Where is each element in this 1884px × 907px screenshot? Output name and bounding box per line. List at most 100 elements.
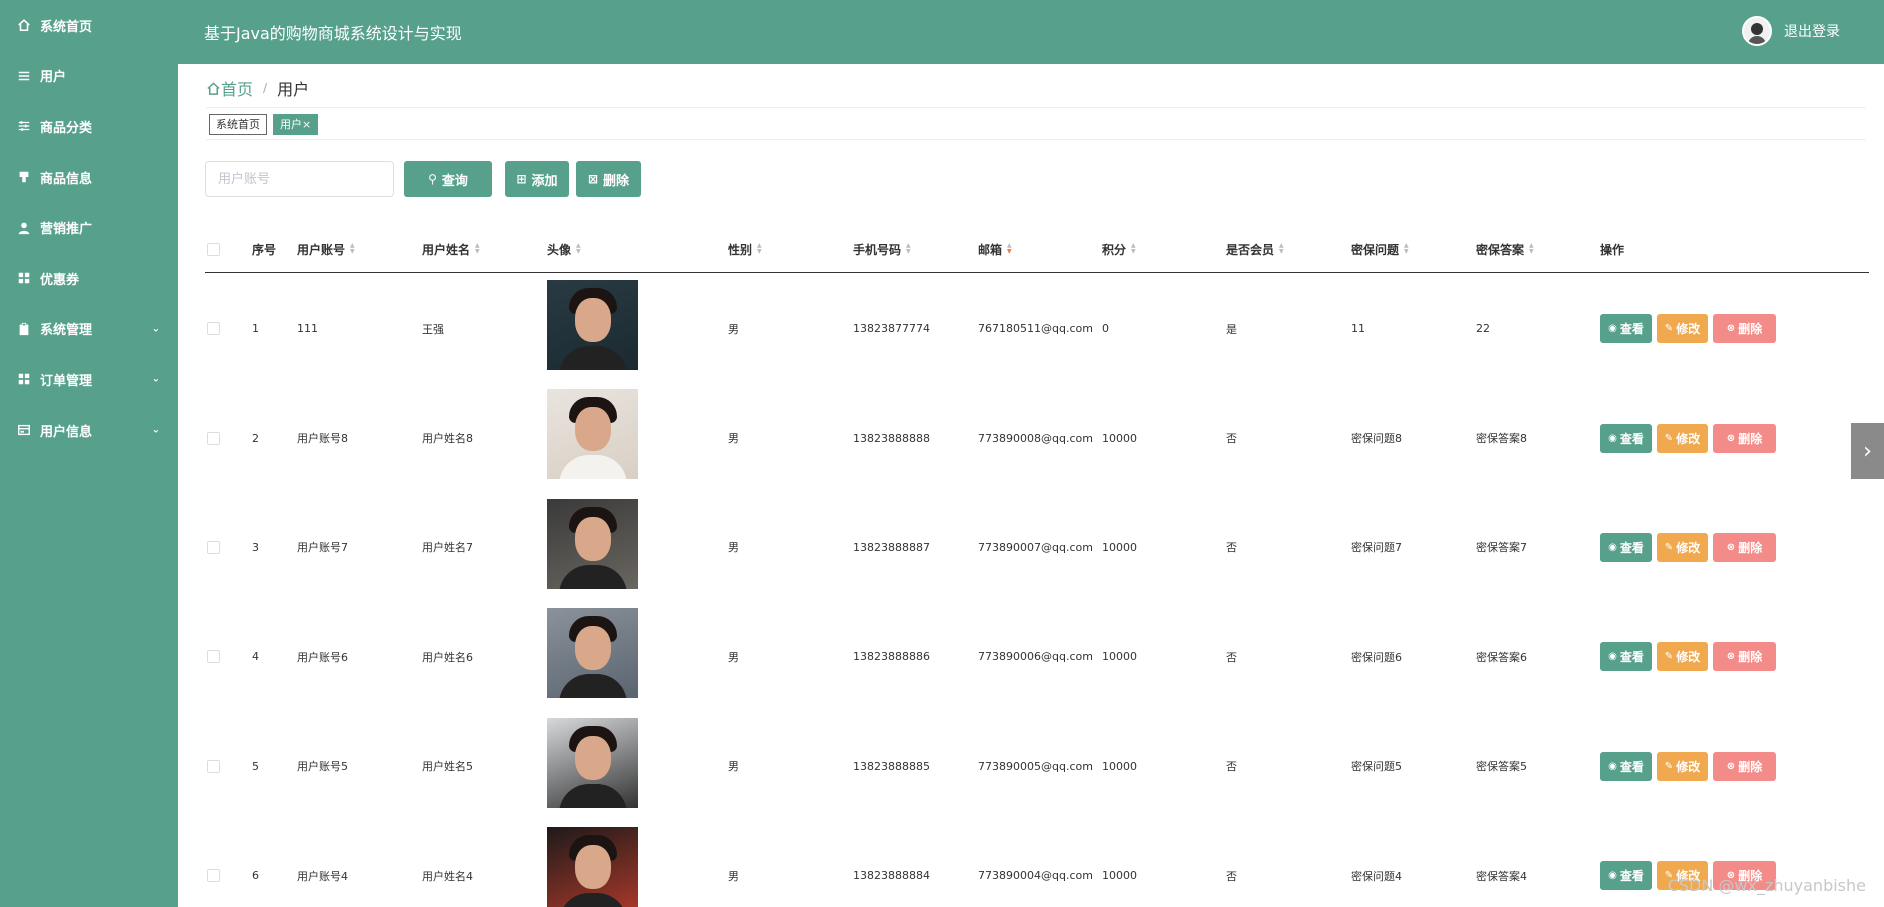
cell-answer: 密保答案5 (1476, 760, 1527, 774)
sidebar-item-label: 优惠券 (40, 272, 80, 288)
row-checkbox[interactable] (207, 821, 220, 907)
sidebar-item-5[interactable]: 优惠券 (0, 253, 178, 304)
col-account[interactable]: 用户账号 ▲ ▼ (297, 226, 355, 272)
row-checkbox[interactable] (207, 274, 220, 383)
view-button[interactable]: ◉ 查看 (1600, 861, 1652, 891)
edit-icon: ✎ (1664, 541, 1674, 553)
row-delete-button[interactable]: ⊗ 删除 (1713, 642, 1776, 672)
breadcrumb-home[interactable]: 首页 (206, 76, 253, 100)
query-button[interactable]: ⚲ 查询 (404, 161, 492, 197)
grid-icon (16, 270, 32, 286)
user-menu[interactable]: 退出登录 (1742, 16, 1840, 46)
bookmark-icon (16, 169, 32, 185)
view-button[interactable]: ◉ 查看 (1600, 423, 1652, 453)
sidebar-item-0[interactable]: 系统首页 (0, 0, 178, 51)
sidebar-item-3[interactable]: 商品信息 (0, 152, 178, 203)
col-email[interactable]: 邮箱 ▲ ▼ (978, 226, 1012, 272)
sidebar-item-6[interactable]: 系统管理 ⌄ (0, 304, 178, 355)
edit-icon: ✎ (1664, 432, 1674, 444)
view-button[interactable]: ◉ 查看 (1600, 314, 1652, 344)
cell-question: 密保问题8 (1351, 432, 1402, 446)
row-checkbox[interactable] (207, 493, 220, 602)
view-button[interactable]: ◉ 查看 (1600, 642, 1652, 672)
circle-close-icon: ⊗ (1726, 432, 1736, 444)
edit-button[interactable]: ✎ 修改 (1657, 751, 1708, 781)
table-row: 4 用户账号6 用户姓名6 男 13823888886 773890006@qq.com 1… (205, 602, 1869, 711)
sort-icon[interactable]: ▲ ▼ (475, 243, 480, 255)
tag-home[interactable]: 系统首页 (209, 114, 267, 135)
edit-button[interactable]: ✎ 修改 (1657, 532, 1708, 562)
select-all-checkbox[interactable] (207, 226, 220, 272)
sort-icon[interactable]: ▲ ▼ (350, 243, 355, 255)
cell-question: 密保问题4 (1351, 869, 1402, 883)
user-avatar-image[interactable] (547, 280, 638, 370)
col-gender[interactable]: 性别 ▲ ▼ (728, 226, 762, 272)
cell-answer: 22 (1476, 322, 1490, 336)
row-checkbox[interactable] (207, 383, 220, 492)
cell-member: 是 (1226, 322, 1237, 336)
col-avatar[interactable]: 头像 ▲ ▼ (547, 226, 581, 272)
view-button[interactable]: ◉ 查看 (1600, 532, 1652, 562)
table-row: 1 111 王强男 13823877774 767180511@qq.com 0 是 11 22… (205, 274, 1869, 383)
sidebar-item-4[interactable]: 营销推广 (0, 202, 178, 253)
next-panel-button[interactable]: › (1851, 423, 1884, 479)
user-avatar-image[interactable] (547, 608, 638, 699)
cell-gender: 男 (728, 432, 739, 446)
col-answer[interactable]: 密保答案 ▲ ▼ (1476, 226, 1534, 272)
sort-icon[interactable]: ▲ ▼ (576, 243, 581, 255)
top-bar: 基于Java的购物商城系统设计与实现 退出登录 (178, 0, 1884, 64)
clipboard-icon (16, 321, 32, 337)
sort-icon[interactable]: ▲ ▼ (757, 243, 762, 255)
sidebar-item-label: 用户信息 (40, 424, 93, 440)
sort-icon[interactable]: ▲ ▼ (1131, 243, 1136, 255)
col-phone[interactable]: 手机号码 ▲ ▼ (853, 226, 911, 272)
sidebar-item-1[interactable]: 用户 (0, 51, 178, 102)
row-checkbox[interactable] (207, 602, 220, 711)
col-name[interactable]: 用户姓名 ▲ ▼ (422, 226, 480, 272)
eye-icon: ◉ (1608, 541, 1617, 553)
col-question[interactable]: 密保问题 ▲ ▼ (1351, 226, 1409, 272)
plus-square-icon: ⊞ (516, 172, 527, 186)
table-row: 2 用户账号8 用户姓名8 男 13823888888 773890008@qq.com 1… (205, 383, 1869, 492)
row-delete-button[interactable]: ⊗ 删除 (1713, 423, 1776, 453)
sidebar: 系统首页 用户 商品分类 商品信息 营销推广 优惠券 系统管理 ⌄ 订单管理 ⌄ 用户信息 ⌄ (0, 0, 178, 907)
cell-index: 5 (252, 759, 259, 773)
row-delete-button[interactable]: ⊗ 删除 (1713, 314, 1776, 344)
search-input[interactable] (205, 161, 394, 197)
row-checkbox[interactable] (207, 712, 220, 821)
edit-button[interactable]: ✎ 修改 (1657, 642, 1708, 672)
cell-question: 密保问题7 (1351, 541, 1402, 555)
row-delete-button[interactable]: ⊗ 删除 (1713, 751, 1776, 781)
sidebar-item-8[interactable]: 用户信息 ⌄ (0, 405, 178, 456)
chevron-down-icon: ⌄ (151, 424, 160, 436)
col-member[interactable]: 是否会员 ▲ ▼ (1226, 226, 1284, 272)
edit-button[interactable]: ✎ 修改 (1657, 423, 1708, 453)
col-points[interactable]: 积分 ▲ ▼ (1102, 226, 1136, 272)
sort-icon[interactable]: ▲ ▼ (1007, 243, 1012, 255)
user-avatar-image[interactable] (547, 498, 638, 589)
cell-email: 773890007@qq.com (978, 540, 1093, 554)
user-avatar-image[interactable] (547, 827, 638, 907)
sort-icon[interactable]: ▲ ▼ (1529, 243, 1534, 255)
sliders-icon (16, 118, 32, 134)
user-avatar-image[interactable] (547, 389, 638, 480)
sidebar-item-label: 订单管理 (40, 373, 93, 389)
sort-icon[interactable]: ▲ ▼ (906, 243, 911, 255)
delete-button[interactable]: ⊠ 删除 (576, 161, 641, 197)
cell-points: 10000 (1102, 431, 1137, 445)
tag-users[interactable]: 用户× (273, 114, 319, 135)
sort-icon[interactable]: ▲ ▼ (1279, 243, 1284, 255)
edit-button[interactable]: ✎ 修改 (1657, 314, 1708, 344)
sidebar-item-7[interactable]: 订单管理 ⌄ (0, 354, 178, 405)
logout-link[interactable]: 退出登录 (1784, 21, 1840, 41)
breadcrumb-separator: / (263, 81, 268, 95)
tag-bar: 系统首页 用户× (209, 114, 324, 135)
view-button[interactable]: ◉ 查看 (1600, 751, 1652, 781)
user-avatar-image[interactable] (547, 717, 638, 808)
add-button[interactable]: ⊞ 添加 (505, 161, 569, 197)
sidebar-item-2[interactable]: 商品分类 (0, 101, 178, 152)
row-delete-button[interactable]: ⊗ 删除 (1713, 532, 1776, 562)
sort-icon[interactable]: ▲ ▼ (1404, 243, 1409, 255)
edit-label: 修改 (1676, 431, 1701, 446)
cell-account: 用户账号7 (297, 541, 348, 555)
